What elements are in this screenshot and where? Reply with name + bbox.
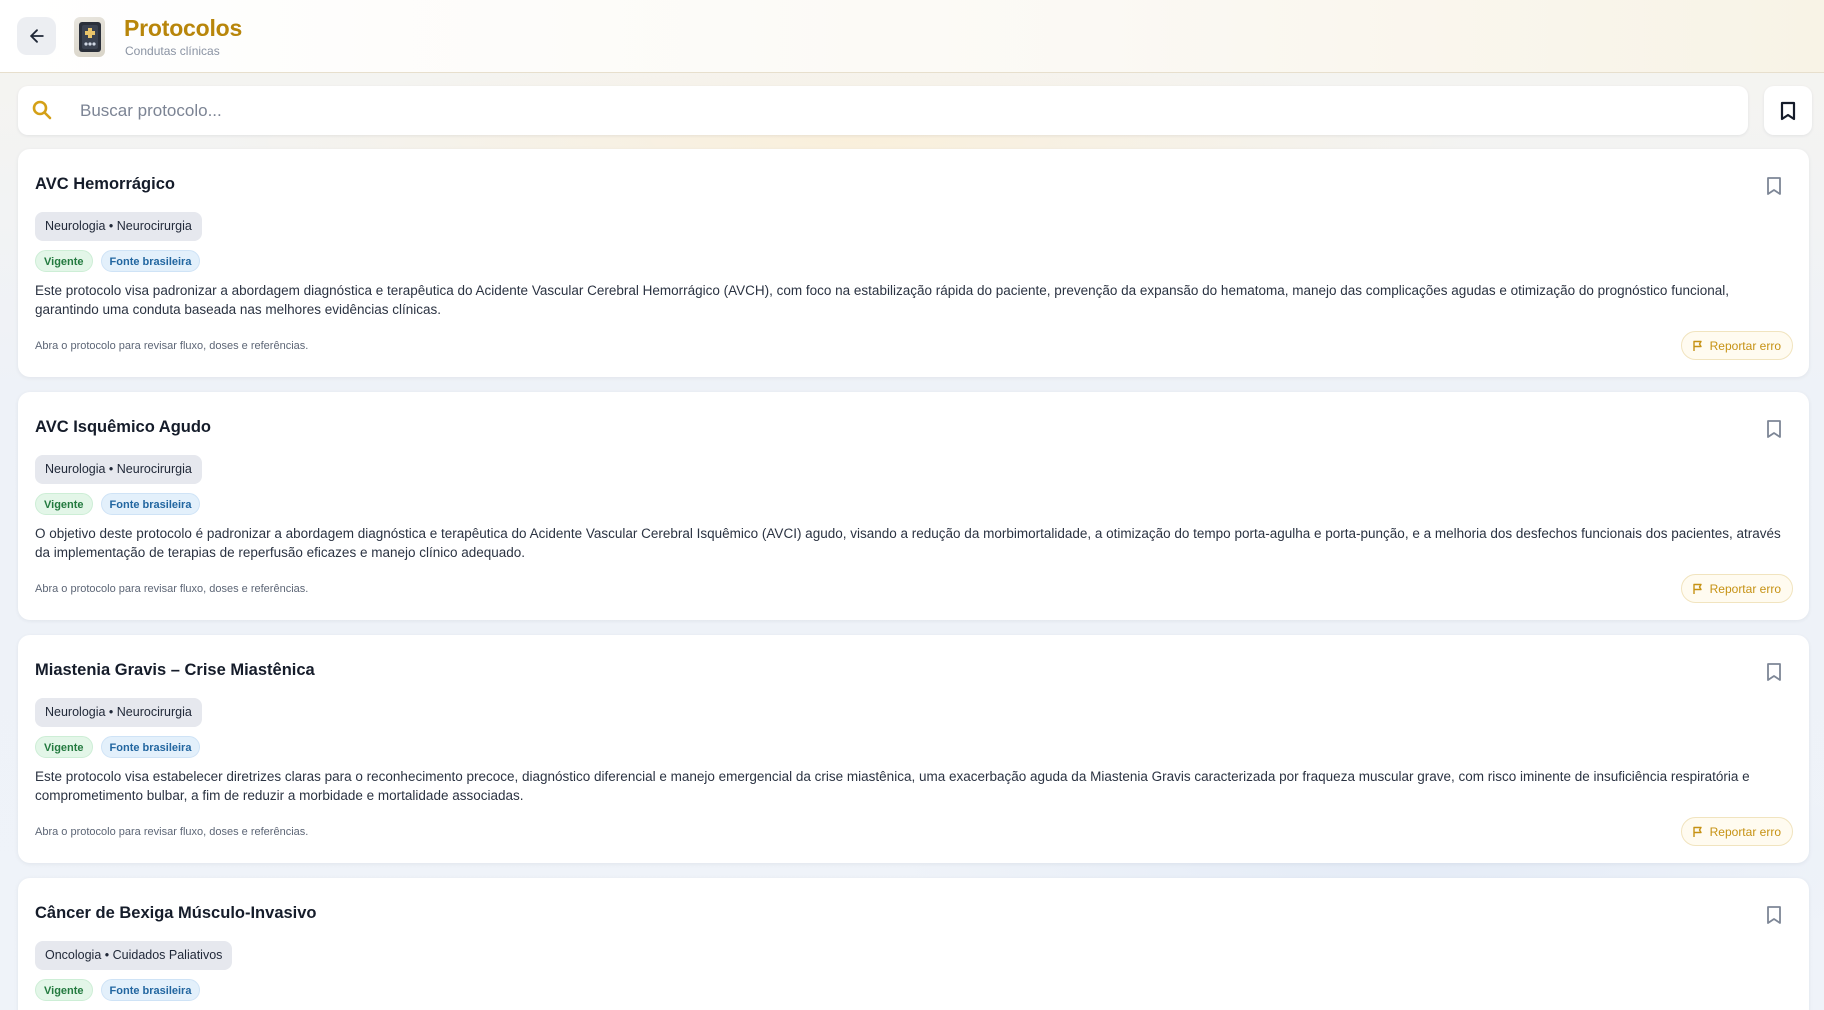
protocol-hint: Abra o protocolo para revisar fluxo, dos… <box>35 826 309 838</box>
bookmark-toggle[interactable] <box>1761 416 1787 442</box>
source-badge: Fonte brasileira <box>100 250 201 272</box>
app-header: Protocolos Condutas clínicas <box>0 0 1824 73</box>
status-badge: Vigente <box>35 979 93 1001</box>
bookmark-outline-icon <box>1766 419 1782 439</box>
arrow-left-icon <box>27 26 47 46</box>
protocol-description: Este protocolo visa padronizar a abordag… <box>35 283 1729 317</box>
protocol-hint: Abra o protocolo para revisar fluxo, dos… <box>35 340 309 352</box>
report-error-button[interactable]: Reportar erro <box>1680 817 1793 846</box>
saved-protocols-button[interactable] <box>1764 86 1812 135</box>
source-badge: Fonte brasileira <box>100 493 201 515</box>
bookmark-outline-icon <box>1766 662 1782 682</box>
category-chip: Neurologia • Neurocirurgia <box>35 455 202 484</box>
status-tags: Vigente Fonte brasileira <box>35 493 201 515</box>
status-tags: Vigente Fonte brasileira <box>35 979 201 1001</box>
status-tags: Vigente Fonte brasileira <box>35 736 201 758</box>
search-icon <box>30 98 54 122</box>
status-badge: Vigente <box>35 493 93 515</box>
status-tags: Vigente Fonte brasileira <box>35 250 201 272</box>
report-error-label: Reportar erro <box>1709 824 1781 839</box>
source-badge: Fonte brasileira <box>100 736 201 758</box>
protocol-card[interactable]: Câncer de Bexiga Músculo-Invasivo Oncolo… <box>18 878 1809 1010</box>
bookmark-icon <box>1779 101 1797 121</box>
protocol-card[interactable]: Miastenia Gravis – Crise Miastênica Neur… <box>18 635 1809 863</box>
category-chip: Neurologia • Neurocirurgia <box>35 698 202 727</box>
protocol-title: AVC Isquêmico Agudo <box>35 418 212 436</box>
report-error-button[interactable]: Reportar erro <box>1680 574 1793 603</box>
bookmark-outline-icon <box>1766 905 1782 925</box>
search-bar <box>18 86 1748 135</box>
page-subtitle: Condutas clínicas <box>125 44 220 58</box>
bookmark-toggle[interactable] <box>1761 659 1787 685</box>
protocol-description: O objetivo deste protocolo é padronizar … <box>35 526 1781 560</box>
protocol-card[interactable]: AVC Isquêmico Agudo Neurologia • Neuroci… <box>18 392 1809 620</box>
category-chip: Oncologia • Cuidados Paliativos <box>35 941 233 970</box>
protocol-title: AVC Hemorrágico <box>35 175 175 193</box>
protocol-title: Miastenia Gravis – Crise Miastênica <box>35 661 315 679</box>
status-badge: Vigente <box>35 250 93 272</box>
status-badge: Vigente <box>35 736 93 758</box>
report-error-label: Reportar erro <box>1709 581 1781 596</box>
back-button[interactable] <box>17 17 56 55</box>
category-chip: Neurologia • Neurocirurgia <box>35 212 202 241</box>
search-input[interactable] <box>80 86 1720 135</box>
medical-book-icon <box>74 17 105 57</box>
flag-icon <box>1692 340 1704 352</box>
report-error-button[interactable]: Reportar erro <box>1680 331 1793 360</box>
protocol-card[interactable]: AVC Hemorrágico Neurologia • Neurocirurg… <box>18 149 1809 377</box>
bookmark-toggle[interactable] <box>1761 902 1787 928</box>
protocol-hint: Abra o protocolo para revisar fluxo, dos… <box>35 583 309 595</box>
bookmark-outline-icon <box>1766 176 1782 196</box>
page-title: Protocolos <box>124 15 243 41</box>
source-badge: Fonte brasileira <box>100 979 201 1001</box>
protocol-description: Este protocolo visa estabelecer diretriz… <box>35 769 1750 803</box>
report-error-label: Reportar erro <box>1709 338 1781 353</box>
flag-icon <box>1692 826 1704 838</box>
bookmark-toggle[interactable] <box>1761 173 1787 199</box>
protocol-title: Câncer de Bexiga Músculo-Invasivo <box>35 904 317 922</box>
flag-icon <box>1692 583 1704 595</box>
